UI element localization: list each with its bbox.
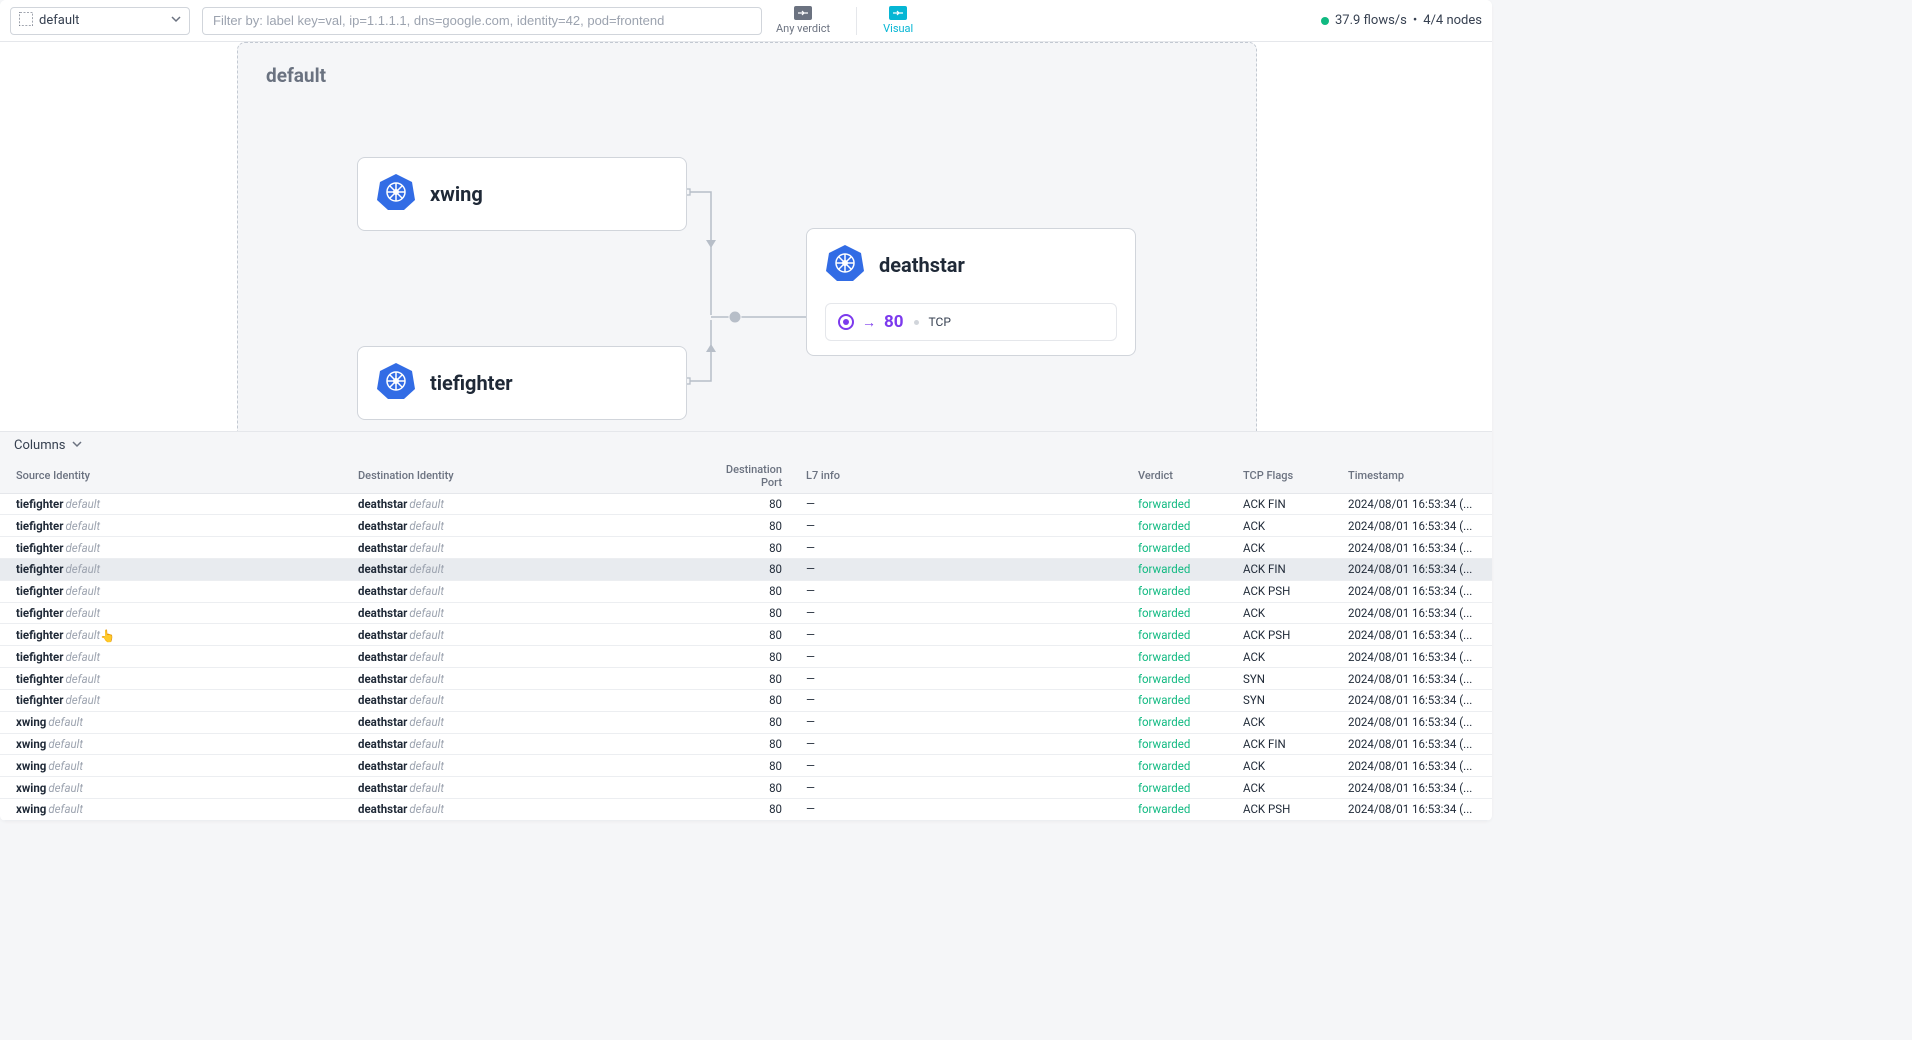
- col-source[interactable]: Source Identity: [0, 459, 350, 494]
- col-verdict[interactable]: Verdict: [1130, 459, 1235, 494]
- kubernetes-icon: [376, 172, 416, 216]
- table-row[interactable]: tiefighterdefaultdeathstardefault80—forw…: [0, 646, 1492, 668]
- col-dest-port[interactable]: Destination Port: [700, 459, 790, 494]
- node-title: deathstar: [879, 253, 965, 277]
- columns-toggle[interactable]: Columns: [0, 432, 1492, 459]
- table-row[interactable]: tiefighterdefaultdeathstardefault80—forw…: [0, 624, 1492, 646]
- chevron-down-icon: [171, 13, 181, 28]
- status-dot-icon: [1321, 17, 1329, 25]
- flows-panel: Columns Source Identity Destination Iden…: [0, 431, 1492, 821]
- node-tiefighter[interactable]: tiefighter: [357, 346, 687, 420]
- table-row[interactable]: xwingdefaultdeathstardefault80—forwarded…: [0, 798, 1492, 820]
- table-row[interactable]: tiefighterdefaultdeathstardefault80—forw…: [0, 602, 1492, 624]
- view-tabs: Any verdict Visual: [774, 6, 915, 35]
- table-row[interactable]: tiefighterdefaultdeathstardefault80—forw…: [0, 559, 1492, 581]
- tab-divider: [856, 7, 857, 35]
- flows-rate: 37.9 flows/s: [1335, 13, 1407, 28]
- node-title: xwing: [430, 182, 483, 206]
- namespace-icon: [19, 12, 33, 30]
- table-row[interactable]: tiefighterdefaultdeathstardefault80—forw…: [0, 493, 1492, 515]
- visual-icon: [889, 6, 907, 20]
- col-destination[interactable]: Destination Identity: [350, 459, 700, 494]
- col-l7[interactable]: L7 info: [790, 459, 1130, 494]
- namespace-label: default: [39, 13, 165, 28]
- node-title: tiefighter: [430, 371, 513, 395]
- table-row[interactable]: tiefighterdefaultdeathstardefault80—forw…: [0, 668, 1492, 690]
- status-area: 37.9 flows/s • 4/4 nodes: [1321, 13, 1482, 28]
- tab-any-verdict[interactable]: Any verdict: [774, 6, 832, 35]
- table-header-row: Source Identity Destination Identity Des…: [0, 459, 1492, 494]
- top-bar: default Any verdict Visual: [0, 0, 1492, 42]
- col-timestamp[interactable]: Timestamp: [1340, 459, 1492, 494]
- port-protocol: TCP: [929, 315, 951, 329]
- table-row[interactable]: tiefighterdefaultdeathstardefault80—forw…: [0, 580, 1492, 602]
- kubernetes-icon: [376, 361, 416, 405]
- namespace-title: default: [266, 64, 326, 87]
- port-badge-icon: [838, 314, 854, 330]
- col-tcp-flags[interactable]: TCP Flags: [1235, 459, 1340, 494]
- table-row[interactable]: tiefighterdefaultdeathstardefault80—forw…: [0, 689, 1492, 711]
- node-header: deathstar: [825, 243, 1117, 287]
- kubernetes-icon: [825, 243, 865, 287]
- flows-table: Source Identity Destination Identity Des…: [0, 459, 1492, 821]
- filter-input[interactable]: [202, 7, 762, 35]
- table-row[interactable]: xwingdefaultdeathstardefault80—forwarded…: [0, 777, 1492, 799]
- table-row[interactable]: xwingdefaultdeathstardefault80—forwarded…: [0, 733, 1492, 755]
- namespace-selector[interactable]: default: [10, 7, 190, 35]
- node-xwing[interactable]: xwing: [357, 157, 687, 231]
- tab-visual[interactable]: Visual: [881, 6, 915, 35]
- verdict-icon: [794, 6, 812, 20]
- node-count: 4/4 nodes: [1423, 13, 1482, 28]
- graph-canvas[interactable]: default xwing tiefighter: [0, 42, 1492, 431]
- table-row[interactable]: xwingdefaultdeathstardefault80—forwarded…: [0, 755, 1492, 777]
- separator-dot-icon: [914, 320, 919, 325]
- port-number: 80: [884, 312, 904, 332]
- node-deathstar[interactable]: deathstar → 80 TCP: [806, 228, 1136, 356]
- table-row[interactable]: tiefighterdefaultdeathstardefault80—forw…: [0, 515, 1492, 537]
- arrow-right-icon: →: [862, 314, 876, 331]
- table-row[interactable]: xwingdefaultdeathstardefault80—forwarded…: [0, 711, 1492, 733]
- status-separator: •: [1413, 13, 1417, 28]
- chevron-down-icon: [72, 438, 82, 453]
- port-entry[interactable]: → 80 TCP: [825, 303, 1117, 341]
- table-row[interactable]: tiefighterdefaultdeathstardefault80—forw…: [0, 537, 1492, 559]
